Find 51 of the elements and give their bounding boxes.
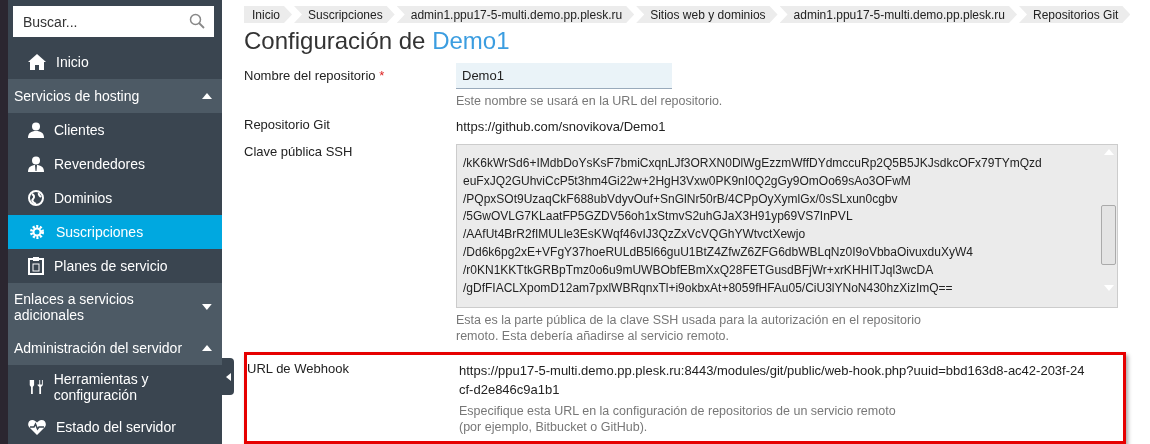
sidebar-section[interactable]: Enlaces a servicios adicionales — [8, 283, 222, 331]
sidebar-item[interactable]: Planes de servicio — [8, 249, 222, 283]
key-line: /r0KN1KKTtkGRBpTmz0o6u9mUWBObfEBmXxQ28FETGusdBFjWr+xrKHHITJql3wcDA — [463, 261, 935, 279]
search-icon — [189, 13, 205, 29]
key-line: /5GwOVLG7KLaatFP5GZDV56oh1xStmvS2uhGJaX3H91yp69VS7InPVL — [463, 208, 854, 226]
home-icon — [28, 54, 46, 70]
field-label: Clave pública SSH — [244, 144, 353, 159]
clipboard-icon — [28, 257, 44, 275]
sidebar-item[interactable]: Dominios — [8, 181, 222, 215]
tools-icon — [28, 378, 44, 397]
search-field[interactable]: Buscar... — [13, 6, 214, 37]
person-tie-icon — [28, 156, 44, 172]
field-hint: Este nombre se usará en la URL del repositorio. — [456, 93, 724, 109]
sidebar-item[interactable]: Herramientas y configuración — [8, 364, 222, 410]
caret-icon — [202, 93, 212, 99]
sidebar-item[interactable]: Clientes — [8, 113, 222, 147]
sidebar-section[interactable]: Administración del servidor — [8, 330, 222, 365]
field-value: https://ppu17-5-multi.demo.pp.plesk.ru:8443/modules/git/public/web-hook.php?uuid=bbd163d8-ac42-203f-24cf-d2e846c9a1b1 — [459, 362, 1086, 399]
sidebar-item[interactable]: Estado del servidor — [8, 410, 222, 444]
breadcrumb[interactable]: Repositorios Git — [1019, 6, 1131, 23]
key-line: /Dd6k6pg2xE+VFgY37hoeRULdB5l66guU1BtZ4ZfwZ6ZFG6dbWBLqNz0I9oVbbaOivuxduXyW4 — [463, 244, 974, 261]
breadcrumb[interactable]: admin1.ppu17-5-multi.demo.pp.plesk.ru — [779, 6, 1017, 23]
sidebar-section[interactable]: Servicios de hosting — [8, 79, 222, 113]
collapse-handle[interactable] — [222, 358, 234, 395]
text-area[interactable] — [456, 144, 1118, 308]
field-value: https://github.com/snovikova/Demo1 — [456, 118, 667, 136]
field-label: Nombre del repositorio — [244, 68, 376, 83]
key-line: /PQpxSOt9UzaqCkF688ubVdyvOuf+SnGlNr50rB/4CPpOyXymlGx/0sSLxun0cgbv — [463, 190, 899, 208]
field-label: Repositorio Git — [244, 117, 330, 132]
key-line: /kK6kWrSd6+IMdbDoYsKsF7bmiCxqnLJf3ORXN0DlWgEzzmWffDYdmccuRp2Q5B5JKJsdkcOFx79TYmQzd — [463, 155, 1043, 172]
caret-icon — [202, 344, 212, 351]
breadcrumb[interactable]: admin1.ppu17-5-multi.demo.pp.plesk.ru — [396, 6, 635, 23]
caret-icon — [202, 303, 212, 310]
gear-icon — [28, 223, 46, 241]
required-mark: * — [378, 68, 385, 83]
person-icon — [28, 122, 44, 138]
heart-pulse-icon — [28, 419, 46, 435]
field-label: URL de Webhook — [247, 361, 349, 376]
globe-icon — [28, 190, 44, 206]
breadcrumb[interactable]: Suscripciones — [294, 6, 395, 23]
key-line: euFxJQ2GUhviCcP5t3hm4Gi22w+2HgH3Vxw0PK9nI0Q2gGy9OmOo69sAo3OFwM — [463, 172, 912, 190]
input-field[interactable]: Demo1 — [456, 63, 672, 89]
field-hint: Esta es la parte pública de la clave SSH usada para la autorización en el repositorio remoto. Esta debería añadirse al servicio remoto. — [456, 312, 922, 344]
key-line: /AAfUt4BrR2fIMULle3EsKWqf46vIJ3QzZxVcVQGhYWtvctXewjo — [463, 226, 807, 244]
sidebar-item[interactable]: Inicio — [8, 45, 222, 79]
breadcrumb[interactable]: Inicio — [244, 6, 292, 23]
page-title: Configuración de Demo1 — [244, 27, 511, 55]
sidebar-item[interactable]: Revendedores — [8, 147, 222, 181]
key-line: /gDfFIACLXpomD12am7pxlWBRqnxTl+i9okbxAt+8059fHFAu05/CiU3lYNoN430hzXizImQ== — [463, 279, 954, 297]
breadcrumb[interactable]: Sitios web y dominios — [636, 6, 778, 23]
field-hint: Especifique esta URL en la configuración de repositorios de un servicio remoto (por ejemplo, Bitbucket o GitHub). — [459, 403, 897, 435]
